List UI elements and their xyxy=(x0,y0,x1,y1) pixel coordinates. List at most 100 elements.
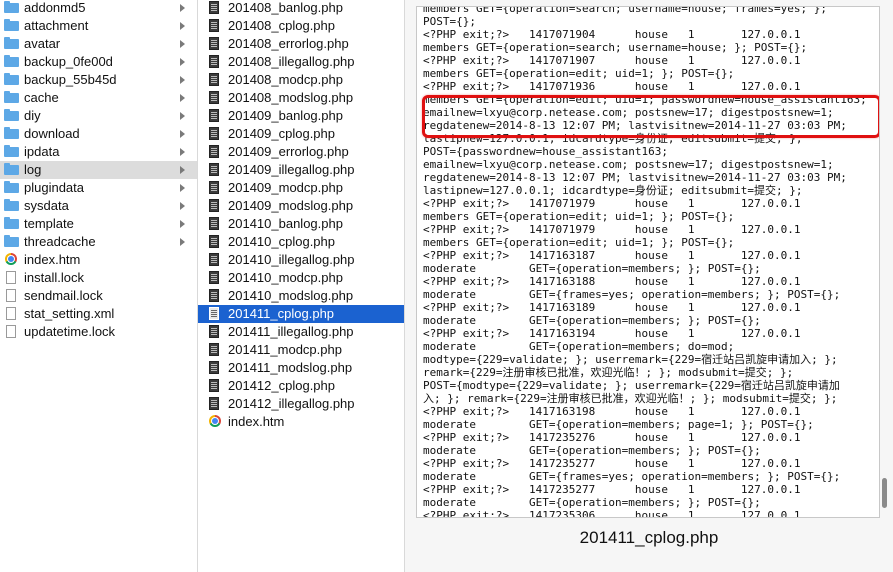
folder-icon xyxy=(4,163,19,175)
chevron-right-icon xyxy=(180,130,185,138)
file-item-201408-banlog-php[interactable]: 201408_banlog.php xyxy=(198,0,404,17)
file-item-attachment[interactable]: attachment xyxy=(0,17,197,35)
file-item-201410-illegallog-php[interactable]: 201410_illegallog.php xyxy=(198,251,404,269)
preview-line: POST={modtype={229=validate; }; userrema… xyxy=(423,379,840,392)
file-item-ipdata[interactable]: ipdata xyxy=(0,143,197,161)
file-item-log[interactable]: log xyxy=(0,161,197,179)
php-file-icon xyxy=(209,55,219,68)
file-item-index-htm[interactable]: index.htm xyxy=(0,251,197,269)
file-item-label: threadcache xyxy=(24,234,96,249)
preview-line: moderate GET={operation=members; }; POST… xyxy=(423,444,761,457)
chevron-right-icon xyxy=(180,4,185,12)
preview-line: members GET={operation=search; username=… xyxy=(423,41,808,54)
preview-line: <?PHP exit;?> 1417163194 house 1 127.0.0… xyxy=(423,327,801,340)
file-item-stat-setting-xml[interactable]: stat_setting.xml xyxy=(0,305,197,323)
preview-line: POST={}; xyxy=(423,15,476,28)
finder-column-parent[interactable]: addonmd5 attachment avatar backup_0fe00d bac… xyxy=(0,0,198,572)
preview-line: members GET={operation=edit; uid=1; }; P… xyxy=(423,210,735,223)
file-item-sendmail-lock[interactable]: sendmail.lock xyxy=(0,287,197,305)
file-item-label: 201410_illegallog.php xyxy=(228,252,355,267)
file-item-201408-errorlog-php[interactable]: 201408_errorlog.php xyxy=(198,35,404,53)
document-icon xyxy=(6,325,16,338)
file-item-label: sendmail.lock xyxy=(24,288,103,303)
preview-line: <?PHP exit;?> 1417235277 house 1 127.0.0… xyxy=(423,457,801,470)
file-item-201412-cplog-php[interactable]: 201412_cplog.php xyxy=(198,377,404,395)
file-item-201409-modcp-php[interactable]: 201409_modcp.php xyxy=(198,179,404,197)
preview-line: <?PHP exit;?> 1417235277 house 1 127.0.0… xyxy=(423,483,801,496)
chevron-right-icon xyxy=(180,238,185,246)
file-item-label: 201408_cplog.php xyxy=(228,18,335,33)
file-item-label: index.htm xyxy=(24,252,81,267)
file-item-201409-modslog-php[interactable]: 201409_modslog.php xyxy=(198,197,404,215)
preview-line: members GET={operation=edit; uid=1; }; P… xyxy=(423,236,735,249)
file-item-201408-modslog-php[interactable]: 201408_modslog.php xyxy=(198,89,404,107)
file-item-sysdata[interactable]: sysdata xyxy=(0,197,197,215)
file-item-201408-modcp-php[interactable]: 201408_modcp.php xyxy=(198,71,404,89)
file-item-backup-0fe00d[interactable]: backup_0fe00d xyxy=(0,53,197,71)
file-item-template[interactable]: template xyxy=(0,215,197,233)
file-item-201411-modcp-php[interactable]: 201411_modcp.php xyxy=(198,341,404,359)
file-item-install-lock[interactable]: install.lock xyxy=(0,269,197,287)
php-file-icon xyxy=(209,217,219,230)
file-item-label: 201410_modslog.php xyxy=(228,288,354,303)
file-item-download[interactable]: download xyxy=(0,125,197,143)
folder-icon xyxy=(4,199,19,211)
document-icon xyxy=(6,289,16,302)
file-item-label: backup_55b45d xyxy=(24,72,117,87)
file-item-201411-modslog-php[interactable]: 201411_modslog.php xyxy=(198,359,404,377)
preview-line: <?PHP exit;?> 1417163187 house 1 127.0.0… xyxy=(423,249,801,262)
php-file-icon xyxy=(209,73,219,86)
file-item-label: 201411_modcp.php xyxy=(228,342,342,357)
file-item-diy[interactable]: diy xyxy=(0,107,197,125)
preview-line: <?PHP exit;?> 1417071907 house 1 127.0.0… xyxy=(423,54,801,67)
preview-line: <?PHP exit;?> 1417235276 house 1 127.0.0… xyxy=(423,431,801,444)
folder-icon xyxy=(4,91,19,103)
php-file-icon xyxy=(209,199,219,212)
php-file-icon xyxy=(209,145,219,158)
preview-line: <?PHP exit;?> 1417235306 house 1 127.0.0… xyxy=(423,509,801,518)
file-item-label: 201408_modcp.php xyxy=(228,72,343,87)
file-item-201410-banlog-php[interactable]: 201410_banlog.php xyxy=(198,215,404,233)
folder-icon xyxy=(4,73,19,85)
file-item-201409-illegallog-php[interactable]: 201409_illegallog.php xyxy=(198,161,404,179)
folder-icon xyxy=(4,145,19,157)
chevron-right-icon xyxy=(180,94,185,102)
preview-line: members GET={operation=edit; uid=1; }; P… xyxy=(423,67,735,80)
file-item-plugindata[interactable]: plugindata xyxy=(0,179,197,197)
file-item-201411-cplog-php[interactable]: 201411_cplog.php xyxy=(198,305,404,323)
preview-line: moderate GET={operation=members; do=mod; xyxy=(423,340,735,353)
chevron-right-icon xyxy=(180,220,185,228)
file-item-201411-illegallog-php[interactable]: 201411_illegallog.php xyxy=(198,323,404,341)
file-item-label: diy xyxy=(24,108,41,123)
php-file-icon xyxy=(209,127,219,140)
preview-line: <?PHP exit;?> 1417071904 house 1 127.0.0… xyxy=(423,28,801,41)
preview-line: 入; }; remark={229=注册审核已批准，欢迎光临！; }; mods… xyxy=(423,392,838,405)
file-item-cache[interactable]: cache xyxy=(0,89,197,107)
file-item-addonmd5[interactable]: addonmd5 xyxy=(0,0,197,17)
file-item-201410-cplog-php[interactable]: 201410_cplog.php xyxy=(198,233,404,251)
php-file-icon xyxy=(209,235,219,248)
file-item-201408-illegallog-php[interactable]: 201408_illegallog.php xyxy=(198,53,404,71)
php-file-icon xyxy=(209,91,219,104)
folder-icon xyxy=(4,19,19,31)
file-item-label: addonmd5 xyxy=(24,0,86,15)
file-item-updatetime-lock[interactable]: updatetime.lock xyxy=(0,323,197,341)
file-item-avatar[interactable]: avatar xyxy=(0,35,197,53)
file-item-201410-modslog-php[interactable]: 201410_modslog.php xyxy=(198,287,404,305)
preview-line: regdatenew=2014-8-13 12:07 PM; lastvisit… xyxy=(423,171,847,184)
file-item-201409-banlog-php[interactable]: 201409_banlog.php xyxy=(198,107,404,125)
file-item-threadcache[interactable]: threadcache xyxy=(0,233,197,251)
file-item-label: log xyxy=(24,162,42,177)
file-item-201409-cplog-php[interactable]: 201409_cplog.php xyxy=(198,125,404,143)
file-item-201412-illegallog-php[interactable]: 201412_illegallog.php xyxy=(198,395,404,413)
file-item-201409-errorlog-php[interactable]: 201409_errorlog.php xyxy=(198,143,404,161)
file-item-index-htm[interactable]: index.htm xyxy=(198,413,404,431)
finder-column-log-contents[interactable]: 201408_banlog.php 201408_cplog.php 201408_… xyxy=(198,0,405,572)
file-item-201410-modcp-php[interactable]: 201410_modcp.php xyxy=(198,269,404,287)
file-item-201408-cplog-php[interactable]: 201408_cplog.php xyxy=(198,17,404,35)
file-preview[interactable]: members GET={operation=search; username=… xyxy=(416,6,880,518)
php-file-icon xyxy=(209,289,219,302)
file-item-backup-55b45d[interactable]: backup_55b45d xyxy=(0,71,197,89)
file-item-label: 201412_illegallog.php xyxy=(228,396,355,411)
preview-scrollbar[interactable] xyxy=(882,478,887,508)
